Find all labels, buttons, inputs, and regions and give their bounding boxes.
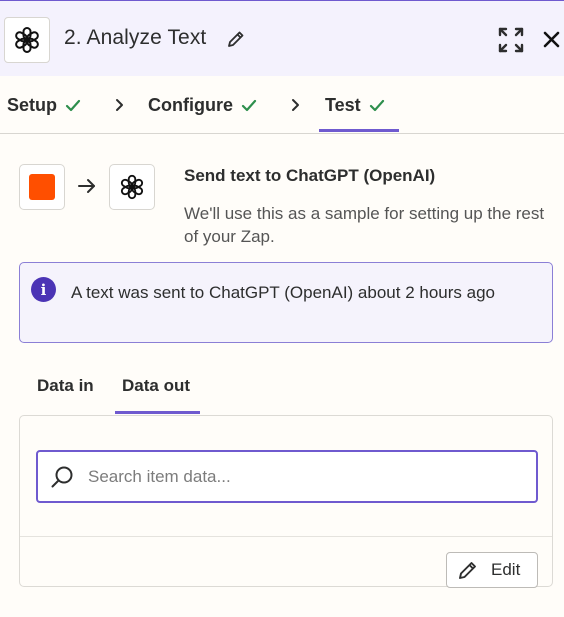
tab-setup-label: Setup	[7, 95, 58, 115]
chevron-right-icon	[116, 99, 123, 111]
check-icon	[369, 99, 384, 111]
openai-logo-icon	[4, 17, 50, 63]
step-header: 2. Analyze Text	[0, 0, 564, 76]
panel-divider	[20, 536, 552, 537]
edit-button[interactable]: Edit	[446, 552, 538, 588]
info-icon: i	[31, 277, 56, 302]
check-icon	[241, 99, 257, 111]
tab-data-out[interactable]: Data out	[122, 376, 190, 396]
tab-setup[interactable]: Setup	[7, 95, 81, 116]
tab-configure[interactable]: Configure	[148, 95, 257, 116]
active-tab-indicator	[319, 129, 399, 132]
check-icon	[65, 99, 81, 111]
step-title[interactable]: 2. Analyze Text	[64, 26, 206, 50]
tab-test[interactable]: Test	[325, 95, 385, 116]
trigger-app-logo	[29, 174, 55, 200]
chevron-right-icon	[292, 99, 299, 111]
trigger-app-icon	[19, 164, 65, 210]
pencil-icon[interactable]	[227, 30, 245, 48]
arrow-right-icon	[78, 179, 95, 193]
pencil-icon	[459, 562, 476, 579]
info-text: A text was sent to ChatGPT (OpenAI) abou…	[71, 283, 495, 302]
send-title: Send text to ChatGPT (OpenAI)	[184, 166, 436, 185]
search-icon	[51, 466, 73, 488]
data-panel: Edit	[19, 415, 553, 588]
openai-logo-icon	[109, 164, 155, 210]
close-icon[interactable]	[543, 31, 560, 48]
info-banner: i A text was sent to ChatGPT (OpenAI) ab…	[19, 262, 553, 343]
tab-data-in[interactable]: Data in	[37, 376, 94, 396]
step-tabs: Setup Configure Test	[0, 76, 564, 134]
tab-test-label: Test	[325, 95, 361, 115]
tab-configure-label: Configure	[148, 95, 233, 115]
search-input[interactable]	[88, 461, 528, 493]
active-data-tab-indicator	[115, 411, 200, 414]
edit-button-label: Edit	[491, 560, 521, 579]
expand-icon[interactable]	[498, 27, 524, 53]
search-box[interactable]	[36, 450, 538, 503]
send-description: We'll use this as a sample for setting u…	[184, 204, 545, 246]
